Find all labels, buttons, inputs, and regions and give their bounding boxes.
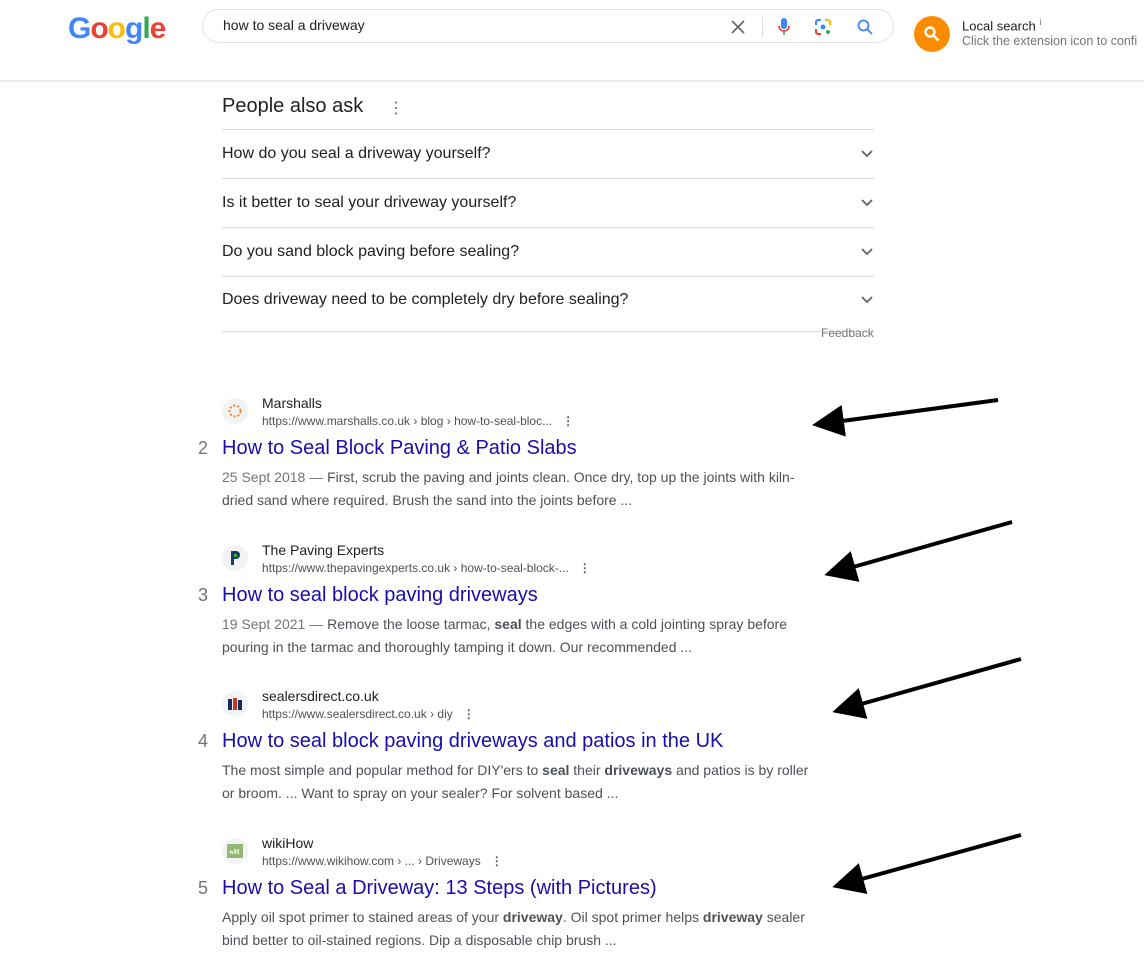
arrow-annotation — [832, 833, 1022, 895]
arrow-annotation — [832, 657, 1022, 719]
arrow-annotation — [812, 398, 999, 437]
annotation-arrows — [812, 398, 1022, 895]
arrow-annotation — [824, 520, 1013, 582]
